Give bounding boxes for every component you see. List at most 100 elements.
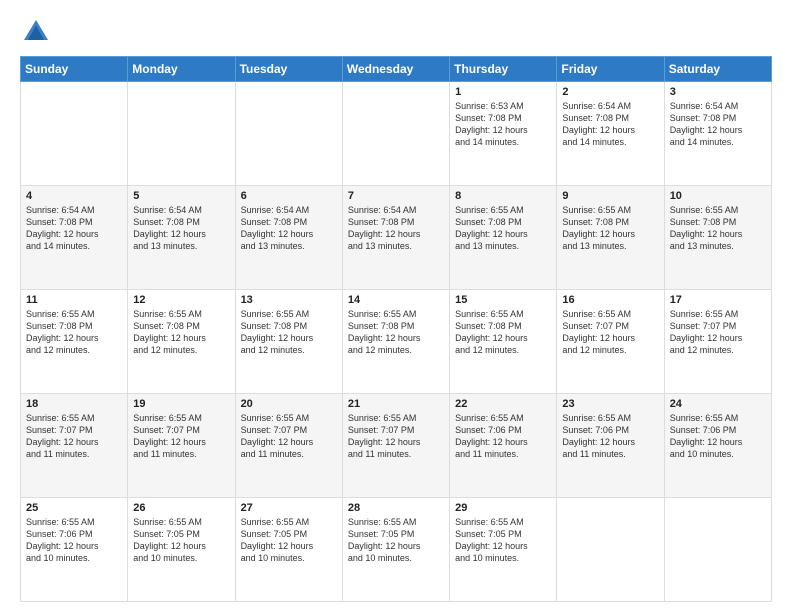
logo	[20, 16, 56, 48]
day-cell: 11 Sunrise: 6:55 AM Sunset: 7:08 PM Dayli…	[21, 290, 128, 394]
header-day-saturday: Saturday	[664, 57, 771, 82]
week-row-2: 11 Sunrise: 6:55 AM Sunset: 7:08 PM Dayli…	[21, 290, 772, 394]
day-cell: 3 Sunrise: 6:54 AM Sunset: 7:08 PM Daylig…	[664, 82, 771, 186]
day-info: Sunrise: 6:55 AM Sunset: 7:07 PM Dayligh…	[241, 412, 337, 461]
day-number: 3	[670, 86, 766, 98]
calendar: SundayMondayTuesdayWednesdayThursdayFrid…	[20, 56, 772, 602]
header-row: SundayMondayTuesdayWednesdayThursdayFrid…	[21, 57, 772, 82]
day-number: 2	[562, 86, 658, 98]
day-cell: 25 Sunrise: 6:55 AM Sunset: 7:06 PM Dayli…	[21, 498, 128, 602]
day-info: Sunrise: 6:55 AM Sunset: 7:06 PM Dayligh…	[455, 412, 551, 461]
day-cell: 20 Sunrise: 6:55 AM Sunset: 7:07 PM Dayli…	[235, 394, 342, 498]
day-number: 10	[670, 190, 766, 202]
day-number: 12	[133, 294, 229, 306]
day-number: 15	[455, 294, 551, 306]
calendar-body: 1 Sunrise: 6:53 AM Sunset: 7:08 PM Daylig…	[21, 82, 772, 602]
header-day-wednesday: Wednesday	[342, 57, 449, 82]
week-row-1: 4 Sunrise: 6:54 AM Sunset: 7:08 PM Daylig…	[21, 186, 772, 290]
day-info: Sunrise: 6:55 AM Sunset: 7:08 PM Dayligh…	[241, 308, 337, 357]
week-row-4: 25 Sunrise: 6:55 AM Sunset: 7:06 PM Dayli…	[21, 498, 772, 602]
day-number: 27	[241, 502, 337, 514]
day-info: Sunrise: 6:55 AM Sunset: 7:08 PM Dayligh…	[26, 308, 122, 357]
day-cell	[21, 82, 128, 186]
day-number: 1	[455, 86, 551, 98]
day-number: 20	[241, 398, 337, 410]
day-cell: 18 Sunrise: 6:55 AM Sunset: 7:07 PM Dayli…	[21, 394, 128, 498]
day-cell	[557, 498, 664, 602]
day-cell: 7 Sunrise: 6:54 AM Sunset: 7:08 PM Daylig…	[342, 186, 449, 290]
day-number: 18	[26, 398, 122, 410]
day-info: Sunrise: 6:55 AM Sunset: 7:05 PM Dayligh…	[241, 516, 337, 565]
day-number: 23	[562, 398, 658, 410]
day-info: Sunrise: 6:55 AM Sunset: 7:08 PM Dayligh…	[670, 204, 766, 253]
header-day-tuesday: Tuesday	[235, 57, 342, 82]
day-info: Sunrise: 6:55 AM Sunset: 7:07 PM Dayligh…	[562, 308, 658, 357]
day-cell: 14 Sunrise: 6:55 AM Sunset: 7:08 PM Dayli…	[342, 290, 449, 394]
day-cell: 27 Sunrise: 6:55 AM Sunset: 7:05 PM Dayli…	[235, 498, 342, 602]
day-number: 25	[26, 502, 122, 514]
day-cell	[342, 82, 449, 186]
calendar-header: SundayMondayTuesdayWednesdayThursdayFrid…	[21, 57, 772, 82]
day-info: Sunrise: 6:55 AM Sunset: 7:06 PM Dayligh…	[26, 516, 122, 565]
day-info: Sunrise: 6:55 AM Sunset: 7:07 PM Dayligh…	[26, 412, 122, 461]
day-cell: 28 Sunrise: 6:55 AM Sunset: 7:05 PM Dayli…	[342, 498, 449, 602]
page: SundayMondayTuesdayWednesdayThursdayFrid…	[0, 0, 792, 612]
day-number: 14	[348, 294, 444, 306]
day-cell: 15 Sunrise: 6:55 AM Sunset: 7:08 PM Dayli…	[450, 290, 557, 394]
day-number: 8	[455, 190, 551, 202]
day-info: Sunrise: 6:55 AM Sunset: 7:08 PM Dayligh…	[455, 308, 551, 357]
day-cell: 12 Sunrise: 6:55 AM Sunset: 7:08 PM Dayli…	[128, 290, 235, 394]
day-info: Sunrise: 6:54 AM Sunset: 7:08 PM Dayligh…	[670, 100, 766, 149]
day-cell	[235, 82, 342, 186]
header-day-monday: Monday	[128, 57, 235, 82]
day-info: Sunrise: 6:54 AM Sunset: 7:08 PM Dayligh…	[348, 204, 444, 253]
day-number: 21	[348, 398, 444, 410]
day-info: Sunrise: 6:55 AM Sunset: 7:06 PM Dayligh…	[562, 412, 658, 461]
day-info: Sunrise: 6:54 AM Sunset: 7:08 PM Dayligh…	[26, 204, 122, 253]
day-cell: 6 Sunrise: 6:54 AM Sunset: 7:08 PM Daylig…	[235, 186, 342, 290]
day-info: Sunrise: 6:54 AM Sunset: 7:08 PM Dayligh…	[133, 204, 229, 253]
day-info: Sunrise: 6:55 AM Sunset: 7:08 PM Dayligh…	[455, 204, 551, 253]
header	[20, 16, 772, 48]
day-number: 19	[133, 398, 229, 410]
day-cell: 9 Sunrise: 6:55 AM Sunset: 7:08 PM Daylig…	[557, 186, 664, 290]
logo-icon	[20, 16, 52, 48]
day-info: Sunrise: 6:54 AM Sunset: 7:08 PM Dayligh…	[241, 204, 337, 253]
day-cell: 22Sunrise: 6:55 AM Sunset: 7:06 PM Dayli…	[450, 394, 557, 498]
day-info: Sunrise: 6:53 AM Sunset: 7:08 PM Dayligh…	[455, 100, 551, 149]
week-row-3: 18 Sunrise: 6:55 AM Sunset: 7:07 PM Dayli…	[21, 394, 772, 498]
day-number: 11	[26, 294, 122, 306]
day-cell	[128, 82, 235, 186]
day-number: 13	[241, 294, 337, 306]
day-info: Sunrise: 6:55 AM Sunset: 7:08 PM Dayligh…	[133, 308, 229, 357]
day-cell: 8 Sunrise: 6:55 AM Sunset: 7:08 PM Daylig…	[450, 186, 557, 290]
header-day-friday: Friday	[557, 57, 664, 82]
day-info: Sunrise: 6:55 AM Sunset: 7:05 PM Dayligh…	[133, 516, 229, 565]
day-number: 28	[348, 502, 444, 514]
day-cell: 26Sunrise: 6:55 AM Sunset: 7:05 PM Dayli…	[128, 498, 235, 602]
day-number: 24	[670, 398, 766, 410]
day-info: Sunrise: 6:54 AM Sunset: 7:08 PM Dayligh…	[562, 100, 658, 149]
day-number: 5	[133, 190, 229, 202]
day-number: 9	[562, 190, 658, 202]
day-info: Sunrise: 6:55 AM Sunset: 7:07 PM Dayligh…	[133, 412, 229, 461]
day-info: Sunrise: 6:55 AM Sunset: 7:08 PM Dayligh…	[562, 204, 658, 253]
day-number: 6	[241, 190, 337, 202]
day-cell: 23 Sunrise: 6:55 AM Sunset: 7:06 PM Dayli…	[557, 394, 664, 498]
day-info: Sunrise: 6:55 AM Sunset: 7:05 PM Dayligh…	[348, 516, 444, 565]
header-day-sunday: Sunday	[21, 57, 128, 82]
day-cell: 1 Sunrise: 6:53 AM Sunset: 7:08 PM Daylig…	[450, 82, 557, 186]
day-cell: 19 Sunrise: 6:55 AM Sunset: 7:07 PM Dayli…	[128, 394, 235, 498]
day-cell: 13 Sunrise: 6:55 AM Sunset: 7:08 PM Dayli…	[235, 290, 342, 394]
day-cell: 2 Sunrise: 6:54 AM Sunset: 7:08 PM Daylig…	[557, 82, 664, 186]
day-number: 7	[348, 190, 444, 202]
header-day-thursday: Thursday	[450, 57, 557, 82]
day-number: 4	[26, 190, 122, 202]
day-info: Sunrise: 6:55 AM Sunset: 7:08 PM Dayligh…	[348, 308, 444, 357]
day-cell	[664, 498, 771, 602]
day-cell: 4 Sunrise: 6:54 AM Sunset: 7:08 PM Daylig…	[21, 186, 128, 290]
day-cell: 29Sunrise: 6:55 AM Sunset: 7:05 PM Dayli…	[450, 498, 557, 602]
day-number: 16	[562, 294, 658, 306]
day-cell: 5 Sunrise: 6:54 AM Sunset: 7:08 PM Daylig…	[128, 186, 235, 290]
day-number: 29	[455, 502, 551, 514]
